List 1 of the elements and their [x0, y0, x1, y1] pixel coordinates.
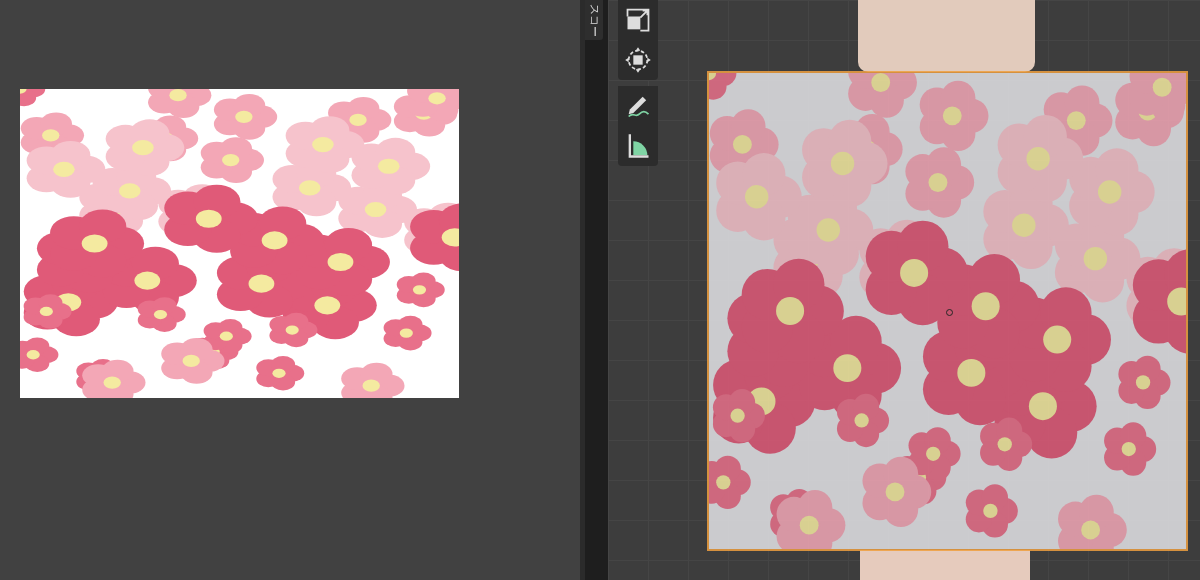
sidebar-tab[interactable]: スコー: [585, 0, 603, 40]
